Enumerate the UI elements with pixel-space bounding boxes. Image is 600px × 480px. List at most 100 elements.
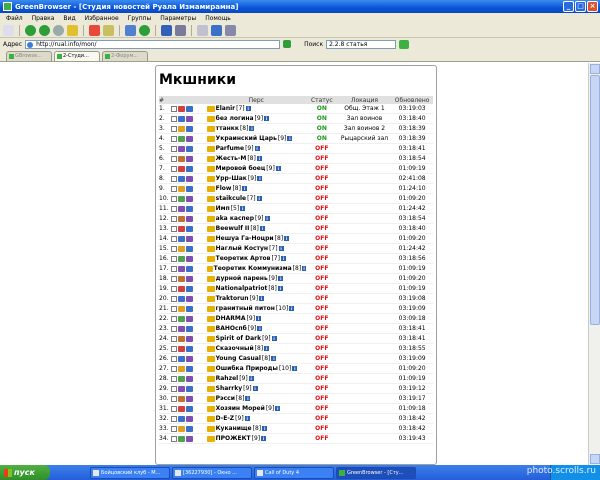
minimize-button[interactable]: _ bbox=[563, 1, 574, 12]
stop-icon[interactable] bbox=[89, 24, 100, 36]
info-icon[interactable]: i bbox=[259, 226, 265, 231]
select-checkbox[interactable] bbox=[170, 385, 177, 392]
player-name[interactable]: Имп [5] i bbox=[206, 205, 306, 212]
select-checkbox[interactable] bbox=[170, 365, 177, 372]
globe-icon[interactable] bbox=[139, 24, 150, 36]
info-icon[interactable]: i bbox=[264, 216, 270, 221]
player-name[interactable]: Жесть-М [8] i bbox=[206, 155, 306, 162]
player-name[interactable]: ВАНОспб [9] i bbox=[206, 325, 306, 332]
select-checkbox[interactable] bbox=[170, 275, 177, 282]
info-icon[interactable]: i bbox=[259, 296, 265, 301]
info-icon[interactable]: i bbox=[264, 346, 270, 351]
info-icon[interactable]: i bbox=[256, 156, 262, 161]
player-name[interactable]: Beewulf II [8] i bbox=[206, 225, 306, 232]
info-icon[interactable]: i bbox=[275, 166, 281, 171]
start-button[interactable]: пуск bbox=[0, 465, 50, 480]
select-checkbox[interactable] bbox=[170, 105, 177, 112]
info-icon[interactable]: i bbox=[245, 106, 251, 111]
select-checkbox[interactable] bbox=[170, 325, 177, 332]
info-icon[interactable]: i bbox=[245, 396, 251, 401]
select-checkbox[interactable] bbox=[170, 175, 177, 182]
player-name[interactable]: Хозяин Морей [9] i bbox=[206, 405, 306, 412]
select-checkbox[interactable] bbox=[170, 285, 177, 292]
select-checkbox[interactable] bbox=[170, 245, 177, 252]
maximize-button[interactable]: □ bbox=[575, 1, 586, 12]
player-name[interactable]: DHARMA [9] i bbox=[206, 315, 306, 322]
player-name[interactable]: Теоретик Артов [7] i bbox=[206, 255, 306, 262]
player-name[interactable]: Куканище [8] i bbox=[206, 425, 306, 432]
tools-icon[interactable] bbox=[175, 24, 186, 36]
save-icon[interactable] bbox=[211, 24, 222, 36]
task-fightclub[interactable]: Бойцовский клуб - М... bbox=[90, 466, 170, 479]
scroll-thumb[interactable] bbox=[590, 75, 600, 325]
select-checkbox[interactable] bbox=[170, 235, 177, 242]
info-icon[interactable]: i bbox=[271, 356, 277, 361]
info-icon[interactable]: i bbox=[257, 176, 263, 181]
select-checkbox[interactable] bbox=[170, 395, 177, 402]
player-name[interactable]: Traktorun [9] i bbox=[206, 295, 306, 302]
select-checkbox[interactable] bbox=[170, 355, 177, 362]
scroll-up-button[interactable] bbox=[590, 64, 600, 74]
select-checkbox[interactable] bbox=[170, 305, 177, 312]
player-name[interactable]: Flow [8] i bbox=[206, 185, 306, 192]
player-name[interactable]: Рэсси [8] i bbox=[206, 395, 306, 402]
player-name[interactable]: без логина [9] i bbox=[206, 115, 306, 122]
new-icon[interactable] bbox=[3, 24, 14, 36]
info-icon[interactable]: i bbox=[256, 196, 262, 201]
player-name[interactable]: Нешуа Га-Ноцри [8] i bbox=[206, 235, 306, 242]
scroll-down-button[interactable] bbox=[590, 454, 600, 464]
player-name[interactable]: Sharrky [9] i bbox=[206, 385, 306, 392]
info-icon[interactable]: i bbox=[275, 406, 281, 411]
select-checkbox[interactable] bbox=[170, 195, 177, 202]
tab-3[interactable]: 2-Форум... bbox=[102, 51, 148, 61]
select-checkbox[interactable] bbox=[170, 295, 177, 302]
select-checkbox[interactable] bbox=[170, 255, 177, 262]
select-checkbox[interactable] bbox=[170, 265, 177, 272]
select-checkbox[interactable] bbox=[170, 155, 177, 162]
info-icon[interactable]: i bbox=[271, 336, 277, 341]
info-icon[interactable]: i bbox=[264, 116, 270, 121]
info-icon[interactable]: i bbox=[241, 186, 247, 191]
player-name[interactable]: Rahzel [9] i bbox=[206, 375, 306, 382]
player-name[interactable]: Теоретик Коммунизма [8] i bbox=[206, 265, 306, 272]
menu-favorites[interactable]: Избранное bbox=[85, 15, 119, 22]
player-name[interactable]: Elanir [7] i bbox=[206, 105, 306, 112]
menu-edit[interactable]: Правка bbox=[32, 15, 55, 22]
player-name[interactable]: Сказочный [8] i bbox=[206, 345, 306, 352]
history-icon[interactable] bbox=[125, 24, 136, 36]
select-checkbox[interactable] bbox=[170, 415, 177, 422]
select-checkbox[interactable] bbox=[170, 165, 177, 172]
select-checkbox[interactable] bbox=[170, 125, 177, 132]
menu-file[interactable]: Файл bbox=[6, 15, 23, 22]
info-icon[interactable]: i bbox=[287, 136, 293, 141]
window-titlebar[interactable]: GreenBrowser - [Студия новостей Руала Из… bbox=[0, 0, 600, 13]
select-checkbox[interactable] bbox=[170, 205, 177, 212]
vertical-scrollbar[interactable] bbox=[588, 63, 600, 465]
print-icon[interactable] bbox=[197, 24, 208, 36]
info-icon[interactable]: i bbox=[278, 276, 284, 281]
home-icon[interactable] bbox=[67, 24, 78, 36]
info-icon[interactable]: i bbox=[256, 316, 262, 321]
select-checkbox[interactable] bbox=[170, 215, 177, 222]
player-name[interactable]: Parfume [9] i bbox=[206, 145, 306, 152]
search-input[interactable]: 2.2.8 статья bbox=[326, 39, 397, 49]
select-checkbox[interactable] bbox=[170, 135, 177, 142]
task-window[interactable]: [36227930] - Окно ... bbox=[172, 466, 252, 479]
window-icon[interactable] bbox=[225, 24, 236, 36]
player-name[interactable]: ттанкк [8] i bbox=[206, 125, 306, 132]
tab-2[interactable]: 2-Студи... bbox=[54, 51, 100, 61]
refresh-icon[interactable] bbox=[53, 24, 64, 36]
info-icon[interactable]: i bbox=[257, 326, 263, 331]
tab-1[interactable]: GBrowse... bbox=[6, 51, 52, 61]
info-icon[interactable]: i bbox=[240, 206, 246, 211]
select-checkbox[interactable] bbox=[170, 185, 177, 192]
select-checkbox[interactable] bbox=[170, 375, 177, 382]
back-icon[interactable] bbox=[25, 24, 36, 36]
info-icon[interactable]: i bbox=[292, 366, 298, 371]
select-checkbox[interactable] bbox=[170, 115, 177, 122]
player-name[interactable]: Мировой боец [9] i bbox=[206, 165, 306, 172]
info-icon[interactable]: i bbox=[289, 306, 295, 311]
info-icon[interactable]: i bbox=[254, 146, 260, 151]
info-icon[interactable]: i bbox=[249, 126, 255, 131]
info-icon[interactable]: i bbox=[280, 256, 286, 261]
